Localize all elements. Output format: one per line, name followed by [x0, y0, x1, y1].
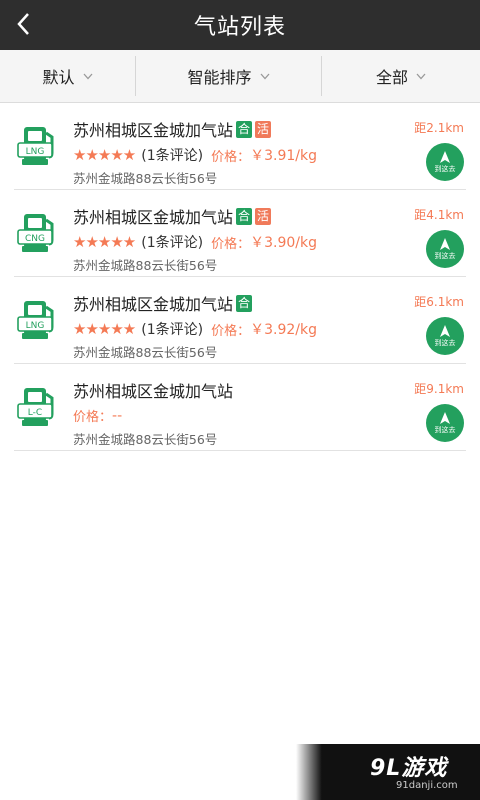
navigate-label: 到这去	[434, 338, 456, 347]
station-name-row: 苏州相城区金城加气站 合 活	[73, 117, 272, 141]
station-address: 苏州金城路88云长街56号	[73, 171, 218, 186]
back-button[interactable]	[10, 8, 38, 40]
rating-price-row: 价格： --	[73, 406, 123, 426]
app-screen: 气站列表 默认 智能排序 全部 LNG 苏州相城区金城加气站 合 活 ★★★★★…	[0, 0, 480, 800]
station-address: 苏州金城路88云长街56号	[73, 432, 218, 447]
station-address: 苏州金城路88云长街56号	[73, 345, 218, 360]
station-list-item[interactable]: LNG 苏州相城区金城加气站 合 活 ★★★★★ (1条评论) 价格： ￥3.9…	[14, 103, 466, 190]
watermark-url: 91danji.com	[396, 780, 458, 791]
back-arrow-icon	[17, 13, 29, 35]
rating-stars: ★★★★★	[73, 320, 136, 338]
cooperation-badge: 合	[236, 294, 253, 312]
station-list-item[interactable]: CNG 苏州相城区金城加气站 合 活 ★★★★★ (1条评论) 价格： ￥3.9…	[14, 190, 466, 277]
navigation-arrow-icon	[440, 411, 450, 424]
price-value: ￥3.90/kg	[250, 235, 317, 251]
navigation-arrow-icon	[440, 150, 450, 163]
cooperation-badge: 合	[236, 120, 253, 138]
station-name: 苏州相城区金城加气站	[73, 382, 234, 401]
price-label: 价格：	[73, 410, 113, 425]
rating-price-row: ★★★★★ (1条评论) 价格： ￥3.90/kg	[73, 232, 317, 252]
price-label: 价格：	[211, 236, 251, 252]
station-distance: 距2.1km	[414, 121, 464, 135]
station-distance: 距6.1km	[414, 295, 464, 309]
review-count[interactable]: (1条评论)	[141, 145, 203, 165]
cooperation-badge: 合	[236, 207, 253, 225]
station-name: 苏州相城区金城加气站	[73, 121, 234, 140]
svg-text:LNG: LNG	[26, 147, 45, 157]
svg-text:CNG: CNG	[25, 234, 45, 244]
review-count[interactable]: (1条评论)	[141, 232, 203, 252]
navigate-button[interactable]: 到这去	[426, 317, 464, 355]
station-distance: 距4.1km	[414, 208, 464, 222]
gas-pump-icon: L-C	[16, 384, 60, 432]
station-name-row: 苏州相城区金城加气站 合	[73, 291, 253, 315]
price-label: 价格：	[211, 149, 251, 165]
station-name-row: 苏州相城区金城加气站 合 活	[73, 204, 272, 228]
watermark-logo: 9L游戏	[370, 756, 448, 781]
price-label: 价格：	[211, 323, 251, 339]
rating-price-row: ★★★★★ (1条评论) 价格： ￥3.91/kg	[73, 145, 317, 165]
navigate-label: 到这去	[434, 425, 456, 434]
watermark: 9L游戏 91danji.com	[296, 744, 480, 800]
filter-default[interactable]: 默认	[0, 56, 135, 96]
filter-sort-label: 智能排序	[187, 68, 252, 87]
review-count[interactable]: (1条评论)	[141, 319, 203, 339]
navigate-label: 到这去	[434, 164, 456, 173]
svg-text:L-C: L-C	[28, 408, 42, 418]
station-name: 苏州相城区金城加气站	[73, 208, 234, 227]
gas-pump-icon: LNG	[16, 297, 60, 345]
filter-all-label: 全部	[375, 68, 408, 87]
navigate-label: 到这去	[434, 251, 456, 260]
gas-pump-icon: LNG	[16, 123, 60, 171]
station-list: LNG 苏州相城区金城加气站 合 活 ★★★★★ (1条评论) 价格： ￥3.9…	[0, 103, 480, 451]
filter-all[interactable]: 全部	[322, 56, 480, 96]
filter-bar: 默认 智能排序 全部	[0, 50, 480, 103]
svg-text:LNG: LNG	[26, 321, 45, 331]
station-address: 苏州金城路88云长街56号	[73, 258, 218, 273]
station-list-item[interactable]: LNG 苏州相城区金城加气站 合 ★★★★★ (1条评论) 价格： ￥3.92/…	[14, 277, 466, 364]
filter-default-label: 默认	[42, 68, 75, 87]
rating-stars: ★★★★★	[73, 233, 136, 251]
rating-stars: ★★★★★	[73, 146, 136, 164]
filter-sort[interactable]: 智能排序	[136, 56, 321, 96]
chevron-down-icon	[260, 73, 269, 79]
chevron-down-icon	[83, 73, 92, 79]
page-title: 气站列表	[193, 15, 286, 40]
rating-price-row: ★★★★★ (1条评论) 价格： ￥3.92/kg	[73, 319, 317, 339]
title-bar: 气站列表	[0, 0, 480, 50]
price-value: ￥3.91/kg	[250, 148, 317, 164]
promotion-badge: 活	[255, 120, 272, 138]
station-distance: 距9.1km	[414, 382, 464, 396]
navigate-button[interactable]: 到这去	[426, 143, 464, 181]
price-value: ￥3.92/kg	[250, 322, 317, 338]
promotion-badge: 活	[255, 207, 272, 225]
gas-pump-icon: CNG	[16, 210, 60, 258]
station-name: 苏州相城区金城加气站	[73, 295, 234, 314]
price-value: --	[112, 407, 123, 424]
station-name-row: 苏州相城区金城加气站	[73, 378, 233, 402]
navigate-button[interactable]: 到这去	[426, 230, 464, 268]
navigation-arrow-icon	[440, 237, 450, 250]
navigation-arrow-icon	[440, 324, 450, 337]
station-list-item[interactable]: L-C 苏州相城区金城加气站 价格： -- 苏州金城路88云长街56号 距9.1…	[14, 364, 466, 451]
chevron-down-icon	[416, 73, 426, 79]
navigate-button[interactable]: 到这去	[426, 404, 464, 442]
